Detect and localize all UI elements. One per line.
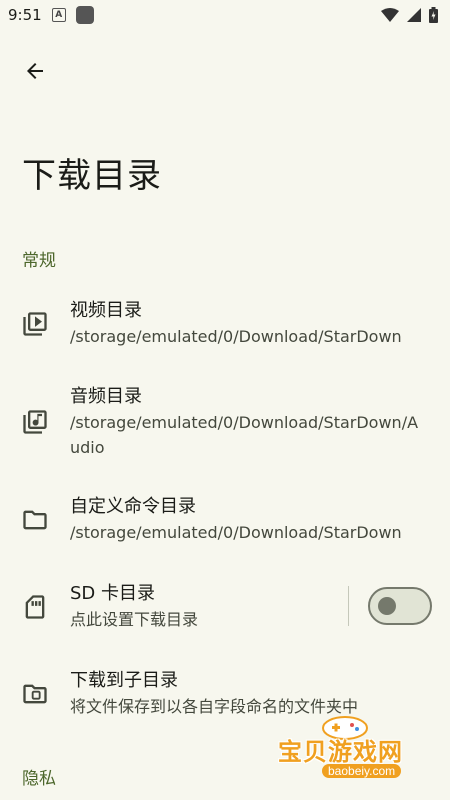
sd-card-toggle[interactable] (368, 587, 432, 625)
pref-video-directory[interactable]: 视频目录 /storage/emulated/0/Download/StarDo… (0, 298, 450, 349)
arrow-back-icon (27, 63, 43, 79)
pref-summary: /storage/emulated/0/Download/StarDown (70, 523, 402, 542)
pref-custom-command-directory[interactable]: 自定义命令目录 /storage/emulated/0/Download/Sta… (0, 494, 450, 545)
watermark-text: 宝贝游戏网 (278, 738, 403, 766)
notification-a-icon: A (51, 8, 66, 22)
wifi-icon (381, 8, 399, 22)
pref-summary: /storage/emulated/0/Download/StarDown (70, 327, 402, 346)
pref-title: 下载到子目录 (70, 670, 178, 691)
battery-icon (429, 7, 438, 23)
toggle-knob (378, 597, 396, 615)
watermark-url: baobeiy.com (322, 764, 402, 778)
pref-summary: 点此设置下载目录 (70, 610, 199, 629)
audio-library-icon (23, 410, 47, 434)
pref-title: 音频目录 (70, 386, 142, 407)
watermark: 宝贝游戏网 baobeiy.com (276, 716, 426, 782)
sd-card-icon (25, 594, 45, 619)
back-button[interactable] (18, 54, 52, 88)
switch-divider (348, 586, 349, 626)
pref-title: 自定义命令目录 (70, 496, 196, 517)
pref-download-subdirectory[interactable]: 下载到子目录 将文件保存到以各自字段命名的文件夹中 (0, 668, 450, 719)
video-library-icon (23, 311, 47, 336)
folder-icon (23, 510, 47, 529)
page-title: 下载目录 (22, 156, 162, 196)
pref-summary: /storage/emulated/0/Download/StarDown/Au… (70, 413, 419, 457)
pref-audio-directory[interactable]: 音频目录 /storage/emulated/0/Download/StarDo… (0, 384, 450, 460)
status-bar: 9:51 A (0, 0, 450, 30)
section-header-general: 常规 (22, 251, 56, 271)
notification-app-icon (75, 6, 94, 24)
pref-title: 视频目录 (70, 300, 142, 321)
section-header-privacy: 隐私 (22, 769, 56, 789)
folder-subdirectory-icon (23, 684, 47, 703)
signal-icon (407, 8, 421, 22)
status-time: 9:51 (8, 6, 42, 24)
